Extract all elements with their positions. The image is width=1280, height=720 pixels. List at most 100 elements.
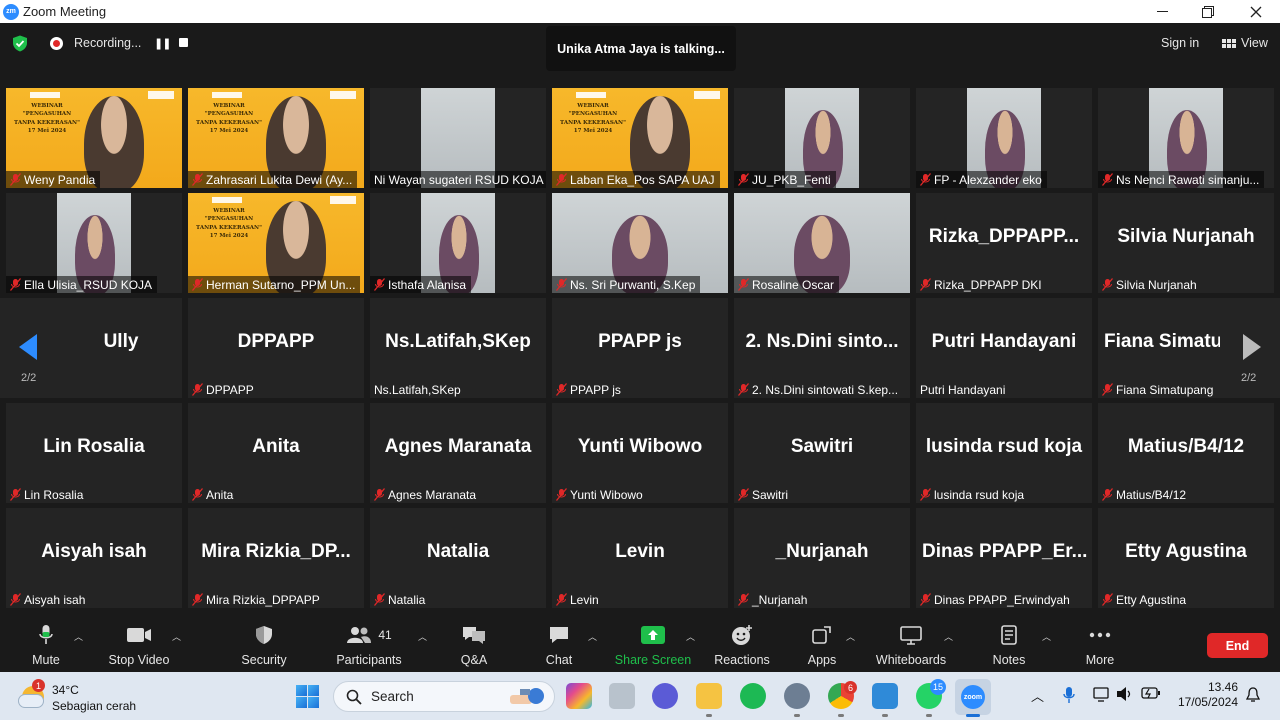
volume-icon[interactable]	[1116, 686, 1134, 702]
share-screen-button[interactable]: Share Screen	[615, 620, 691, 672]
participant-tile[interactable]: Putri Handayani Putri Handayani	[916, 298, 1092, 398]
participants-icon	[347, 627, 372, 643]
participant-tile[interactable]: Sawitri Sawitri	[734, 403, 910, 503]
tray-microphone-icon[interactable]	[1063, 686, 1075, 704]
participant-name-label: Silvia Nurjanah	[1098, 276, 1202, 293]
participant-tile[interactable]: WEBINAR "PENGASUHAN TANPA KEKERASAN" 17 …	[188, 88, 364, 188]
participant-tile[interactable]: DPPAPP DPPAPP	[188, 298, 364, 398]
participant-tile[interactable]: _Nurjanah _Nurjanah	[734, 508, 910, 608]
sign-in-link[interactable]: Sign in	[1161, 36, 1199, 50]
participant-tile[interactable]: Lin Rosalia Lin Rosalia	[6, 403, 182, 503]
qa-button[interactable]: Q&A	[455, 620, 493, 672]
participant-tile[interactable]: PPAPP js PPAPP js	[552, 298, 728, 398]
participant-tile[interactable]: Matius/B4/12 Matius/B4/12	[1098, 403, 1274, 503]
participant-tile[interactable]: Fiana Simatu Fiana Simatupang	[1098, 298, 1220, 398]
participant-tile[interactable]: Yunti Wibowo Yunti Wibowo	[552, 403, 728, 503]
stop-video-button[interactable]: Stop Video	[105, 620, 173, 672]
participant-name: Matius/B4/12	[1116, 487, 1187, 502]
participant-tile[interactable]: Rizka_DPPAPP... Rizka_DPPAPP DKI	[916, 193, 1092, 293]
notifications-bell-icon[interactable]	[1246, 687, 1260, 703]
participant-tile[interactable]: JU_PKB_Fenti	[734, 88, 910, 188]
maximize-button[interactable]	[1185, 0, 1231, 23]
notes-options-chevron-icon[interactable]: ︿	[1042, 630, 1051, 643]
share-options-chevron-icon[interactable]: ︿	[686, 630, 695, 643]
participant-tile[interactable]: Silvia Nurjanah Silvia Nurjanah	[1098, 193, 1274, 293]
notes-button[interactable]: Notes	[990, 620, 1028, 672]
participant-name-label: Zahrasari Lukita Dewi (Ay...	[188, 171, 358, 188]
participant-tile[interactable]: Etty Agustina Etty Agustina	[1098, 508, 1274, 608]
task-view-icon[interactable]	[609, 683, 635, 709]
participant-tile[interactable]: FP - Alexzander eko	[916, 88, 1092, 188]
windows-start-icon[interactable]	[296, 685, 319, 708]
settings-gear-icon[interactable]	[784, 683, 810, 709]
video-options-chevron-icon[interactable]: ︿	[172, 630, 181, 643]
file-explorer-icon[interactable]	[696, 683, 722, 709]
participant-tile[interactable]: WEBINAR "PENGASUHAN TANPA KEKERASAN" 17 …	[188, 193, 364, 293]
participant-tile[interactable]: Ella Ulisia_RSUD KOJA	[6, 193, 182, 293]
weather-widget[interactable]: 1 34°C Sebagian cerah	[18, 678, 138, 714]
chat-options-chevron-icon[interactable]: ︿	[588, 630, 597, 643]
encryption-shield-icon[interactable]	[12, 35, 28, 52]
participant-tile[interactable]: Ully	[60, 298, 182, 398]
participant-name: _Nurjanah	[752, 592, 808, 607]
next-page-button[interactable]: 2/2	[1220, 298, 1280, 398]
pause-recording-button[interactable]: ❚❚	[154, 37, 171, 50]
more-button[interactable]: More	[1083, 620, 1117, 672]
participants-button[interactable]: 41 Participants	[335, 620, 403, 672]
participant-tile[interactable]: Dinas PPAPP_Er... Dinas PPAPP_Erwindyah	[916, 508, 1092, 608]
system-clock[interactable]: 13.46 17/05/2024	[1174, 680, 1238, 710]
control-panel-icon[interactable]	[872, 683, 898, 709]
minimize-button[interactable]	[1139, 0, 1185, 23]
participant-name-label: Levin	[552, 591, 604, 608]
participant-tile[interactable]: Mira Rizkia_DP... Mira Rizkia_DPPAPP	[188, 508, 364, 608]
participant-tile[interactable]: WEBINAR "PENGASUHAN TANPA KEKERASAN" 17 …	[6, 88, 182, 188]
restore-icon	[1202, 5, 1214, 18]
participant-name: Herman Sutarno_PPM Un...	[206, 277, 356, 292]
participant-tile[interactable]: Rosaline Oscar	[734, 193, 910, 293]
whiteboards-options-chevron-icon[interactable]: ︿	[944, 630, 953, 643]
teams-chat-icon[interactable]	[652, 683, 678, 709]
taskbar-search[interactable]: Search	[333, 681, 555, 712]
muted-microphone-icon	[556, 488, 567, 501]
participant-name-label: Putri Handayani	[916, 381, 1010, 398]
zoom-taskbar-icon: zoom	[961, 685, 985, 709]
participants-options-chevron-icon[interactable]: ︿	[418, 630, 427, 643]
chat-button[interactable]: Chat	[541, 620, 577, 672]
battery-icon[interactable]	[1141, 686, 1161, 700]
apps-options-chevron-icon[interactable]: ︿	[846, 630, 855, 643]
participant-tile[interactable]: Ns. Sri Purwanti, S.Kep	[552, 193, 728, 293]
zoom-taskbar-active-tile[interactable]: zoom	[955, 679, 991, 715]
participant-tile[interactable]: Levin Levin	[552, 508, 728, 608]
participant-tile[interactable]: Aisyah isah Aisyah isah	[6, 508, 182, 608]
mute-button[interactable]: Mute	[27, 620, 65, 672]
participant-tile[interactable]: Ns Nenci Rawati simanju...	[1098, 88, 1274, 188]
participant-tile[interactable]: Agnes Maranata Agnes Maranata	[370, 403, 546, 503]
copilot-icon[interactable]	[566, 683, 592, 709]
end-meeting-button[interactable]: End	[1207, 633, 1268, 658]
whiteboards-button[interactable]: Whiteboards	[873, 620, 949, 672]
stop-recording-button[interactable]	[179, 38, 188, 47]
network-icon[interactable]	[1093, 686, 1109, 702]
participant-tile[interactable]: lusinda rsud koja lusinda rsud koja	[916, 403, 1092, 503]
close-window-button[interactable]	[1233, 0, 1279, 23]
tray-overflow-chevron-icon[interactable]: ︿	[1031, 686, 1044, 705]
view-button[interactable]: View	[1222, 36, 1268, 50]
spotify-icon[interactable]	[740, 683, 766, 709]
windows-taskbar: 1 34°C Sebagian cerah Search 6 15 zoom ︿…	[0, 672, 1280, 720]
participant-tile[interactable]: WEBINAR "PENGASUHAN TANPA KEKERASAN" 17 …	[552, 88, 728, 188]
participant-tile[interactable]: Ni Wayan sugateri RSUD KOJA	[370, 88, 546, 188]
apps-button[interactable]: Apps	[804, 620, 840, 672]
previous-page-button[interactable]: 2/2	[0, 298, 60, 398]
muted-microphone-icon	[556, 383, 567, 396]
participant-tile[interactable]: Natalia Natalia	[370, 508, 546, 608]
participant-name-label: Ns Nenci Rawati simanju...	[1098, 171, 1265, 188]
participant-tile[interactable]: Ns.Latifah,SKep Ns.Latifah,SKep	[370, 298, 546, 398]
reactions-button[interactable]: Reactions	[713, 620, 771, 672]
participant-tile[interactable]: 2. Ns.Dini sinto... 2. Ns.Dini sintowati …	[734, 298, 910, 398]
participant-name-label: Mira Rizkia_DPPAPP	[188, 591, 325, 608]
participant-tile[interactable]: Anita Anita	[188, 403, 364, 503]
audio-options-chevron-icon[interactable]: ︿	[74, 630, 83, 643]
participant-name: Ella Ulisia_RSUD KOJA	[24, 277, 153, 292]
participant-tile[interactable]: Isthafa Alanisa	[370, 193, 546, 293]
security-button[interactable]: Security	[240, 620, 288, 672]
